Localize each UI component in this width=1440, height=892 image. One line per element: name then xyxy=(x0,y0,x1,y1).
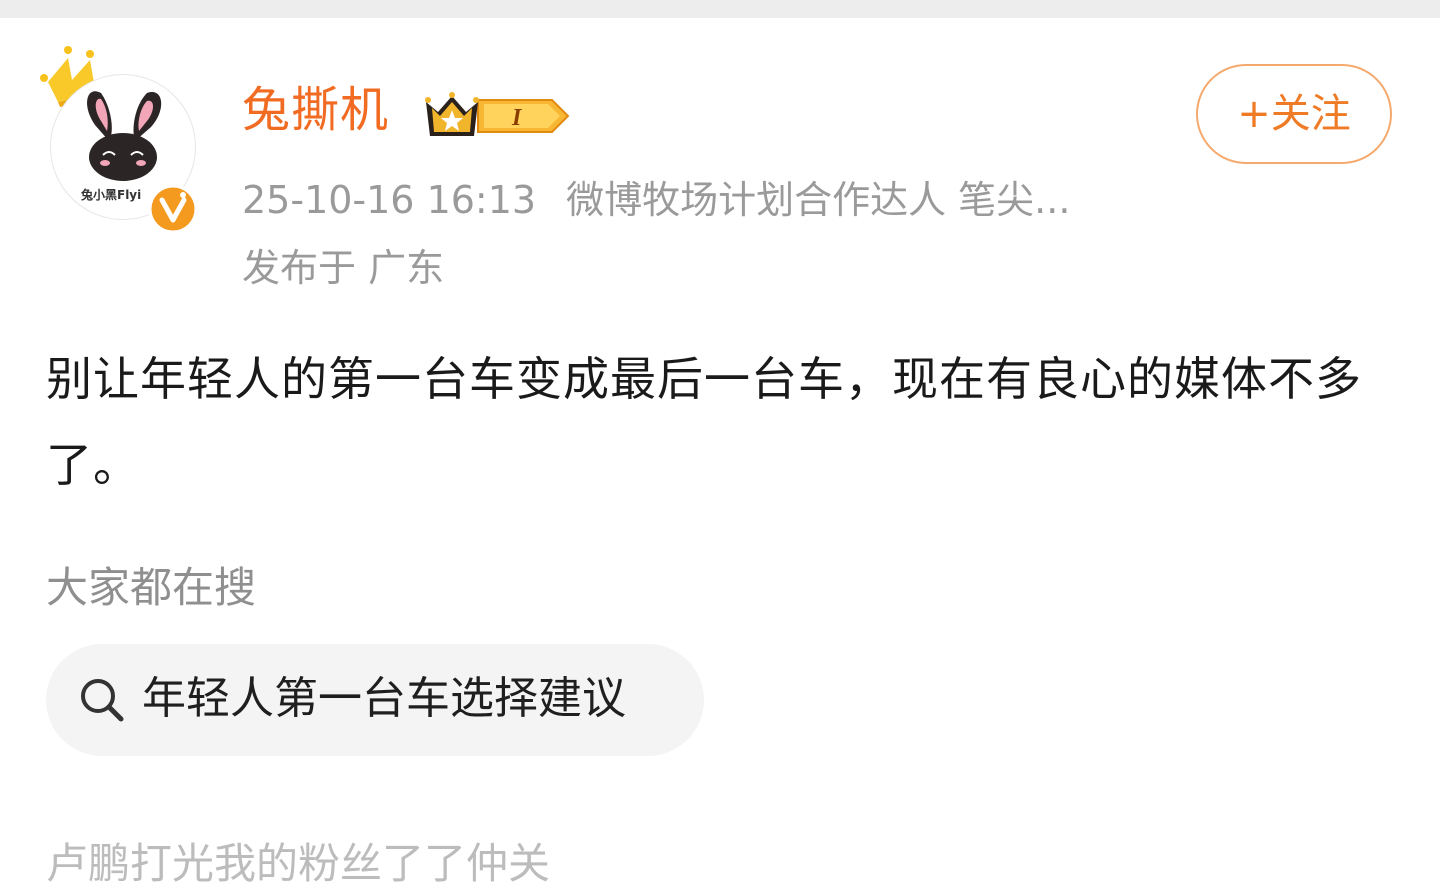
search-icon xyxy=(81,679,124,722)
post-location: 发布于 广东 xyxy=(242,246,445,290)
search-suggestion-text: 年轻人第一台车选择建议 xyxy=(142,673,626,724)
verified-icon xyxy=(148,184,198,234)
follow-button[interactable]: +关注 xyxy=(1196,64,1392,164)
weibo-post-card: 兔小黑Flyi 兔撕机 I 25-10-16 16:13 微博牧场计划合作达人 笔… xyxy=(0,18,1440,888)
post-meta: 25-10-16 16:13 微博牧场计划合作达人 笔尖... xyxy=(242,176,1070,224)
partial-next-line: 卢鹏打光我的粉丝了了仲关 xyxy=(46,839,551,888)
top-divider-strip xyxy=(0,0,1440,18)
avatar-block[interactable]: 兔小黑Flyi xyxy=(38,44,208,234)
search-suggestion-pill[interactable]: 年轻人第一台车选择建议 xyxy=(46,644,704,756)
avatar-caption: 兔小黑Flyi xyxy=(81,188,142,202)
search-section-title: 大家都在搜 xyxy=(46,563,257,612)
post-content: 别让年轻人的第一台车变成最后一台车，现在有良心的媒体不多了。 xyxy=(46,352,1362,492)
vip-crown-icon[interactable]: I xyxy=(424,92,570,140)
post-timestamp: 25-10-16 16:13 xyxy=(242,178,537,222)
username[interactable]: 兔撕机 xyxy=(242,80,389,140)
post-source[interactable]: 微博牧场计划合作达人 笔尖... xyxy=(566,178,1070,222)
vip-level-text: I xyxy=(511,105,523,131)
